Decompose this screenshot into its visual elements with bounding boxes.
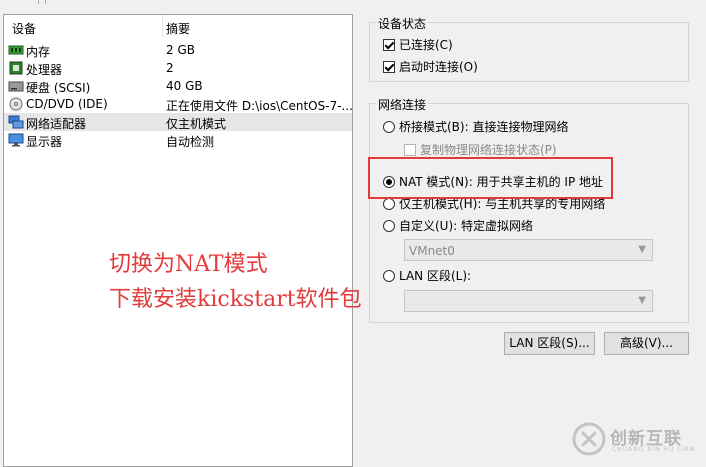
- device-summary: 仅主机模式: [166, 117, 227, 131]
- radio-circle[interactable]: [383, 120, 395, 133]
- replicate-state-checkbox[interactable]: 复制物理网络连接状态(P): [404, 141, 557, 158]
- column-header-summary[interactable]: 摘要: [166, 20, 190, 37]
- device-summary: 2 GB: [166, 43, 195, 57]
- custom-radio[interactable]: 自定义(U): 特定虚拟网络: [383, 217, 533, 234]
- device-list-header: 设备 摘要: [4, 15, 352, 37]
- device-status-title: 设备状态: [376, 15, 429, 32]
- device-row-network-adapter[interactable]: 网络适配器 仅主机模式: [4, 113, 352, 131]
- tab-edge: [38, 0, 46, 4]
- chevron-down-icon: ▼: [638, 295, 646, 306]
- dialog-top-strip: [0, 0, 706, 8]
- chevron-down-icon: ▼: [638, 244, 646, 255]
- device-row-memory[interactable]: 内存 2 GB: [4, 41, 352, 59]
- checkbox-box[interactable]: [404, 143, 416, 156]
- processor-icon: [9, 61, 23, 75]
- device-summary: 正在使用文件 D:\ios\CentOS-7-...: [166, 99, 353, 113]
- connect-at-power-on-checkbox[interactable]: 启动时连接(O): [383, 58, 478, 75]
- column-separator[interactable]: [162, 15, 163, 37]
- checkbox-box[interactable]: [383, 60, 395, 73]
- device-summary: 2: [166, 61, 174, 75]
- advanced-button[interactable]: 高级(V)...: [604, 332, 689, 355]
- annotation-line-1: 切换为NAT模式: [109, 252, 268, 277]
- custom-network-select[interactable]: VMnet0 ▼: [404, 239, 653, 261]
- lan-segment-label: LAN 区段(L):: [399, 269, 472, 283]
- memory-icon: [8, 45, 24, 55]
- device-name: CD/DVD (IDE): [26, 97, 108, 111]
- device-name: 显示器: [26, 135, 63, 149]
- device-name: 内存: [26, 45, 51, 59]
- lan-segment-radio[interactable]: LAN 区段(L):: [383, 267, 471, 284]
- hard-disk-icon: [8, 81, 24, 92]
- connected-label: 已连接(C): [399, 38, 453, 52]
- column-header-device[interactable]: 设备: [12, 20, 36, 37]
- device-list[interactable]: 设备 摘要 内存 2 GB 处理器 2 硬盘 (SCSI) 40 GB CD/D…: [3, 14, 353, 467]
- bridged-radio[interactable]: 桥接模式(B): 直接连接物理网络: [383, 118, 568, 135]
- device-row-display[interactable]: 显示器 自动检测: [4, 131, 352, 149]
- radio-circle[interactable]: [383, 269, 395, 282]
- lan-segments-button[interactable]: LAN 区段(S)...: [504, 332, 595, 355]
- annotation-line-2: 下载安装kickstart软件包: [109, 287, 362, 312]
- cd-dvd-icon: [9, 97, 23, 111]
- radio-circle[interactable]: [383, 219, 395, 232]
- watermark: 创新互联 CHUANG XIN HU LIAN: [572, 414, 706, 464]
- device-summary: 自动检测: [166, 135, 215, 149]
- display-icon: [8, 133, 24, 147]
- bridged-label: 桥接模式(B): 直接连接物理网络: [399, 120, 569, 134]
- radio-circle[interactable]: [383, 197, 395, 210]
- device-name: 硬盘 (SCSI): [26, 81, 91, 95]
- brand-logo-icon: [572, 422, 606, 456]
- nat-highlight-box: [368, 157, 613, 199]
- device-row-processor[interactable]: 处理器 2: [4, 59, 352, 77]
- replicate-state-label: 复制物理网络连接状态(P): [420, 143, 557, 157]
- network-adapter-icon: [8, 115, 24, 129]
- connect-at-power-on-label: 启动时连接(O): [399, 60, 478, 74]
- device-row-hard-disk[interactable]: 硬盘 (SCSI) 40 GB: [4, 77, 352, 95]
- device-name: 网络适配器: [26, 117, 87, 131]
- checkbox-box[interactable]: [383, 38, 395, 51]
- lan-segment-select[interactable]: ▼: [404, 290, 653, 312]
- custom-network-value: VMnet0: [409, 244, 455, 258]
- device-summary: 40 GB: [166, 79, 203, 93]
- watermark-sub: CHUANG XIN HU LIAN: [612, 446, 696, 453]
- device-name: 处理器: [26, 63, 63, 77]
- connected-checkbox[interactable]: 已连接(C): [383, 36, 453, 53]
- custom-label: 自定义(U): 特定虚拟网络: [399, 219, 534, 233]
- network-connection-title: 网络连接: [376, 96, 429, 113]
- device-row-cd-dvd[interactable]: CD/DVD (IDE) 正在使用文件 D:\ios\CentOS-7-...: [4, 95, 353, 113]
